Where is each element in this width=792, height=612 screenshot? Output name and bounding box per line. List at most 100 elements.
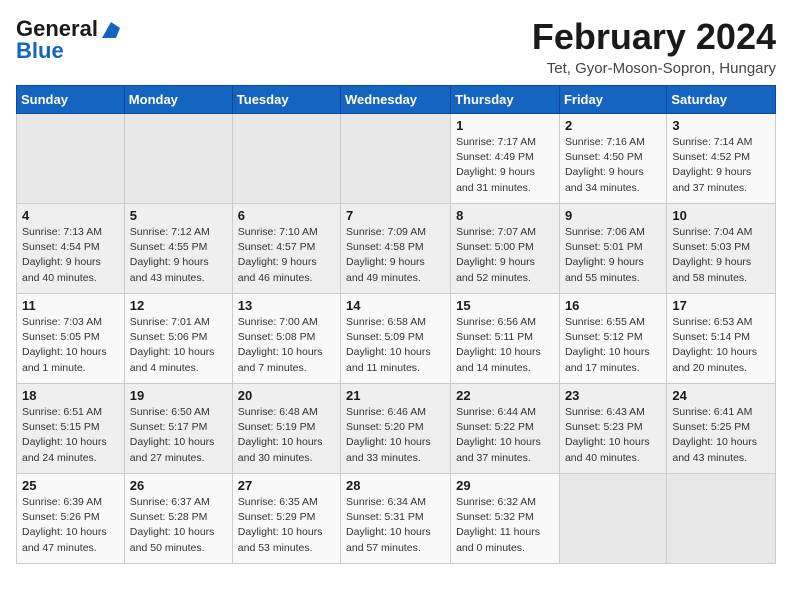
day-number: 25 [22, 478, 119, 493]
calendar-cell: 8 Sunrise: 7:07 AM Sunset: 5:00 PM Daylig… [451, 204, 560, 294]
day-info: Sunrise: 6:53 AM Sunset: 5:14 PM Dayligh… [672, 315, 770, 376]
day-number: 26 [130, 478, 227, 493]
calendar-cell [124, 114, 232, 204]
calendar-cell: 13Sunrise: 7:00 AM Sunset: 5:08 PM Dayli… [232, 294, 340, 384]
day-info: Sunrise: 6:43 AM Sunset: 5:23 PM Dayligh… [565, 405, 661, 466]
day-number: 29 [456, 478, 554, 493]
calendar-cell: 16 Sunrise: 6:55 AM Sunset: 5:12 PM Dayli… [559, 294, 666, 384]
day-info: Sunrise: 6:35 AM Sunset: 5:29 PM Dayligh… [238, 495, 335, 556]
day-number: 5 [130, 208, 227, 223]
weekday-header-sunday: Sunday [17, 86, 125, 114]
weekday-header-row: SundayMondayTuesdayWednesdayThursdayFrid… [17, 86, 776, 114]
title-area: February 2024 Tet, Gyor-Moson-Sopron, Hu… [532, 16, 776, 77]
day-info: Sunrise: 7:04 AM Sunset: 5:03 PM Dayligh… [672, 225, 770, 286]
day-number: 10 [672, 208, 770, 223]
day-number: 22 [456, 388, 554, 403]
day-number: 6 [238, 208, 335, 223]
day-number: 16 [565, 298, 661, 313]
calendar-cell: 11Sunrise: 7:03 AM Sunset: 5:05 PM Dayli… [17, 294, 125, 384]
day-info: Sunrise: 6:48 AM Sunset: 5:19 PM Dayligh… [238, 405, 335, 466]
day-info: Sunrise: 7:01 AM Sunset: 5:06 PM Dayligh… [130, 315, 227, 376]
calendar-header: SundayMondayTuesdayWednesdayThursdayFrid… [17, 86, 776, 114]
calendar-cell: 3 Sunrise: 7:14 AM Sunset: 4:52 PM Daylig… [667, 114, 776, 204]
day-number: 1 [456, 118, 554, 133]
day-number: 23 [565, 388, 661, 403]
day-info: Sunrise: 7:17 AM Sunset: 4:49 PM Dayligh… [456, 135, 554, 196]
day-info: Sunrise: 7:13 AM Sunset: 4:54 PM Dayligh… [22, 225, 119, 286]
location-title: Tet, Gyor-Moson-Sopron, Hungary [532, 60, 776, 77]
calendar-cell: 5 Sunrise: 7:12 AM Sunset: 4:55 PM Daylig… [124, 204, 232, 294]
day-number: 20 [238, 388, 335, 403]
day-number: 2 [565, 118, 661, 133]
day-number: 18 [22, 388, 119, 403]
day-info: Sunrise: 6:37 AM Sunset: 5:28 PM Dayligh… [130, 495, 227, 556]
calendar-cell: 19 Sunrise: 6:50 AM Sunset: 5:17 PM Dayli… [124, 384, 232, 474]
calendar-cell: 22 Sunrise: 6:44 AM Sunset: 5:22 PM Dayli… [451, 384, 560, 474]
day-info: Sunrise: 7:00 AM Sunset: 5:08 PM Dayligh… [238, 315, 335, 376]
calendar-body: 1 Sunrise: 7:17 AM Sunset: 4:49 PM Daylig… [17, 114, 776, 564]
calendar-cell: 17Sunrise: 6:53 AM Sunset: 5:14 PM Dayli… [667, 294, 776, 384]
day-info: Sunrise: 7:07 AM Sunset: 5:00 PM Dayligh… [456, 225, 554, 286]
day-number: 21 [346, 388, 445, 403]
weekday-header-tuesday: Tuesday [232, 86, 340, 114]
calendar-cell [559, 474, 666, 564]
day-info: Sunrise: 6:50 AM Sunset: 5:17 PM Dayligh… [130, 405, 227, 466]
calendar-cell: 27 Sunrise: 6:35 AM Sunset: 5:29 PM Dayli… [232, 474, 340, 564]
day-number: 8 [456, 208, 554, 223]
calendar-week-1: 1 Sunrise: 7:17 AM Sunset: 4:49 PM Daylig… [17, 114, 776, 204]
logo-icon [100, 20, 122, 38]
calendar-cell: 12 Sunrise: 7:01 AM Sunset: 5:06 PM Dayli… [124, 294, 232, 384]
calendar-week-5: 25 Sunrise: 6:39 AM Sunset: 5:26 PM Dayli… [17, 474, 776, 564]
day-info: Sunrise: 7:14 AM Sunset: 4:52 PM Dayligh… [672, 135, 770, 196]
day-info: Sunrise: 6:32 AM Sunset: 5:32 PM Dayligh… [456, 495, 554, 556]
day-number: 7 [346, 208, 445, 223]
day-number: 24 [672, 388, 770, 403]
calendar-cell: 24Sunrise: 6:41 AM Sunset: 5:25 PM Dayli… [667, 384, 776, 474]
calendar-cell: 15 Sunrise: 6:56 AM Sunset: 5:11 PM Dayli… [451, 294, 560, 384]
calendar-cell: 10 Sunrise: 7:04 AM Sunset: 5:03 PM Dayli… [667, 204, 776, 294]
weekday-header-wednesday: Wednesday [341, 86, 451, 114]
calendar-cell: 23 Sunrise: 6:43 AM Sunset: 5:23 PM Dayli… [559, 384, 666, 474]
day-info: Sunrise: 7:12 AM Sunset: 4:55 PM Dayligh… [130, 225, 227, 286]
calendar-cell [232, 114, 340, 204]
day-info: Sunrise: 7:09 AM Sunset: 4:58 PM Dayligh… [346, 225, 445, 286]
day-number: 4 [22, 208, 119, 223]
weekday-header-saturday: Saturday [667, 86, 776, 114]
calendar-cell: 25 Sunrise: 6:39 AM Sunset: 5:26 PM Dayli… [17, 474, 125, 564]
day-number: 12 [130, 298, 227, 313]
calendar-cell: 4 Sunrise: 7:13 AM Sunset: 4:54 PM Daylig… [17, 204, 125, 294]
day-info: Sunrise: 6:55 AM Sunset: 5:12 PM Dayligh… [565, 315, 661, 376]
calendar-cell: 1 Sunrise: 7:17 AM Sunset: 4:49 PM Daylig… [451, 114, 560, 204]
calendar-cell [341, 114, 451, 204]
weekday-header-monday: Monday [124, 86, 232, 114]
calendar-cell: 6 Sunrise: 7:10 AM Sunset: 4:57 PM Daylig… [232, 204, 340, 294]
day-number: 28 [346, 478, 445, 493]
calendar-table: SundayMondayTuesdayWednesdayThursdayFrid… [16, 85, 776, 564]
logo-blue: Blue [16, 38, 64, 64]
day-info: Sunrise: 7:10 AM Sunset: 4:57 PM Dayligh… [238, 225, 335, 286]
calendar-cell: 29 Sunrise: 6:32 AM Sunset: 5:32 PM Dayli… [451, 474, 560, 564]
day-info: Sunrise: 7:16 AM Sunset: 4:50 PM Dayligh… [565, 135, 661, 196]
day-number: 3 [672, 118, 770, 133]
calendar-cell [17, 114, 125, 204]
weekday-header-friday: Friday [559, 86, 666, 114]
weekday-header-thursday: Thursday [451, 86, 560, 114]
calendar-cell: 7 Sunrise: 7:09 AM Sunset: 4:58 PM Daylig… [341, 204, 451, 294]
calendar-cell: 26 Sunrise: 6:37 AM Sunset: 5:28 PM Dayli… [124, 474, 232, 564]
day-number: 15 [456, 298, 554, 313]
day-info: Sunrise: 6:39 AM Sunset: 5:26 PM Dayligh… [22, 495, 119, 556]
day-info: Sunrise: 7:03 AM Sunset: 5:05 PM Dayligh… [22, 315, 119, 376]
day-number: 9 [565, 208, 661, 223]
day-number: 14 [346, 298, 445, 313]
calendar-cell: 20 Sunrise: 6:48 AM Sunset: 5:19 PM Dayli… [232, 384, 340, 474]
month-title: February 2024 [532, 16, 776, 58]
day-info: Sunrise: 6:34 AM Sunset: 5:31 PM Dayligh… [346, 495, 445, 556]
calendar-cell: 28 Sunrise: 6:34 AM Sunset: 5:31 PM Dayli… [341, 474, 451, 564]
calendar-cell: 9 Sunrise: 7:06 AM Sunset: 5:01 PM Daylig… [559, 204, 666, 294]
day-number: 19 [130, 388, 227, 403]
calendar-cell: 18Sunrise: 6:51 AM Sunset: 5:15 PM Dayli… [17, 384, 125, 474]
day-info: Sunrise: 6:56 AM Sunset: 5:11 PM Dayligh… [456, 315, 554, 376]
day-number: 27 [238, 478, 335, 493]
day-info: Sunrise: 7:06 AM Sunset: 5:01 PM Dayligh… [565, 225, 661, 286]
day-info: Sunrise: 6:44 AM Sunset: 5:22 PM Dayligh… [456, 405, 554, 466]
